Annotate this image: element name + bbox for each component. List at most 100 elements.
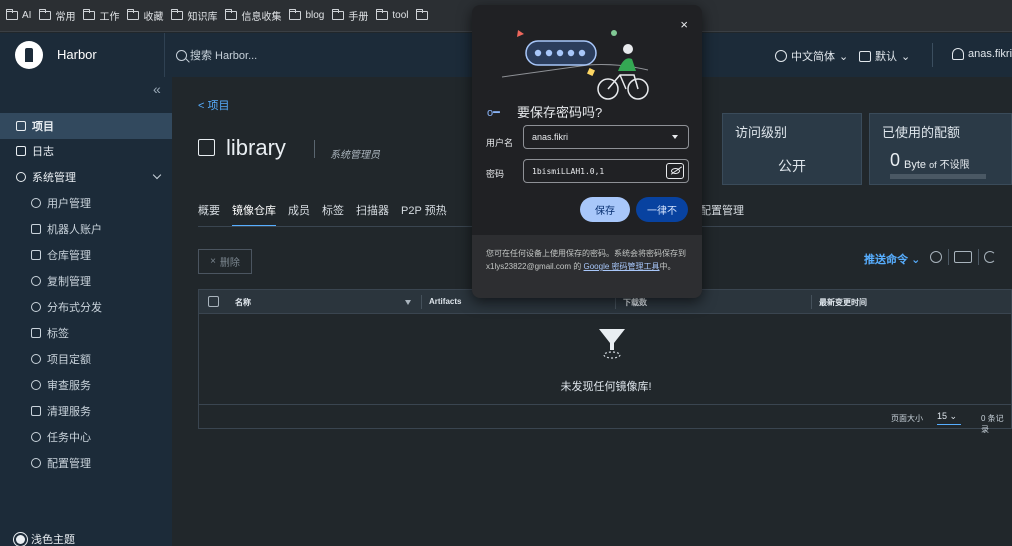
distribution-icon (31, 302, 41, 312)
sidebar-item-interrogation[interactable]: 审查服务 (0, 372, 172, 398)
sidebar-item-labels[interactable]: 标签 (0, 320, 172, 346)
chevron-down-icon: ⌄ (839, 50, 849, 63)
breadcrumb[interactable]: < 项目 (198, 97, 229, 113)
sidebar-item-robot-accounts[interactable]: 机器人账户 (0, 216, 172, 242)
tab-repositories[interactable]: 镜像仓库 (232, 202, 276, 227)
sidebar-item-label: 用户管理 (47, 198, 91, 210)
chevron-down-icon: ⌄ (901, 50, 911, 63)
hide-password-button[interactable] (666, 163, 684, 179)
quota-progress-bar (890, 174, 986, 179)
empty-funnel-icon (599, 329, 625, 359)
sidebar-item-registries[interactable]: 仓库管理 (0, 242, 172, 268)
delete-button[interactable]: × 删除 (198, 249, 252, 274)
search-input[interactable]: 搜索 Harbor... (176, 47, 257, 63)
sidebar-item-projects[interactable]: 项目 (0, 113, 172, 139)
chevron-down-icon (152, 170, 162, 180)
sidebar-item-label: 机器人账户 (47, 224, 102, 236)
folder-icon (39, 9, 52, 20)
folder-icon (127, 9, 140, 20)
sidebar-item-configuration[interactable]: 配置管理 (0, 450, 172, 476)
folder-icon (376, 9, 389, 20)
sidebar-item-project-quotas[interactable]: 项目定额 (0, 346, 172, 372)
sidebar-item-label: 任务中心 (47, 432, 91, 444)
sidebar-item-label: 分布式分发 (47, 302, 102, 314)
column-header-last-modified[interactable]: 最新变更时间 (819, 297, 867, 308)
chevron-down-icon: ⌄ (949, 411, 958, 421)
empty-state-text: 未发现任何镜像库! (560, 381, 652, 393)
tab-members[interactable]: 成员 (288, 202, 310, 227)
sidebar-item-users[interactable]: 用户管理 (0, 190, 172, 216)
password-illustration-icon (501, 30, 649, 100)
bookmark-label: AI (22, 10, 32, 21)
chevron-down-icon[interactable] (672, 135, 678, 139)
grid-list-toggle-icon[interactable] (954, 251, 972, 263)
save-password-dialog: × o━ 要保存密码吗? 用户名 anas.fikri 密码 1bismiLLA… (472, 5, 702, 298)
sidebar-item-job-service[interactable]: 任务中心 (0, 424, 172, 450)
tab-labels[interactable]: 标签 (322, 202, 344, 227)
bookmark-label: blog (305, 10, 325, 21)
page-size-select[interactable]: 15 ⌄ (937, 411, 961, 425)
theme-selector[interactable]: 默认 ⌄ (859, 48, 910, 64)
never-save-button[interactable]: 一律不 (636, 197, 688, 222)
search-icon[interactable] (930, 251, 942, 263)
tab-summary[interactable]: 概要 (198, 202, 220, 227)
sidebar-item-label: 仓库管理 (47, 250, 91, 262)
filter-icon[interactable] (405, 300, 411, 305)
sidebar-item-replications[interactable]: 复制管理 (0, 268, 172, 294)
sidebar: « 项目 日志 系统管理 用户管理 机器人账户 仓库管理 复制管理 分布式分发 … (0, 77, 172, 546)
column-header-name[interactable]: 名称 (235, 297, 251, 308)
bookmark-more[interactable] (416, 9, 429, 20)
bookmark-common[interactable]: 常用 (39, 8, 75, 23)
password-manager-link[interactable]: Google 密码管理工具 (584, 262, 660, 271)
refresh-icon[interactable] (984, 251, 996, 263)
table-footer: 页面大小 15 ⌄ 0 条记录 (199, 404, 1011, 434)
calendar-icon (859, 50, 871, 62)
sidebar-item-logs[interactable]: 日志 (0, 138, 172, 164)
sidebar-item-cleanup[interactable]: 清理服务 (0, 398, 172, 424)
tab-scanner[interactable]: 扫描器 (356, 202, 389, 227)
brand-name[interactable]: Harbor (57, 47, 97, 62)
tab-p2p-preheat[interactable]: P2P 预热 (401, 202, 447, 227)
light-theme-toggle[interactable]: 浅色主题 (16, 531, 75, 546)
username-label: 用户名 (486, 138, 514, 148)
quota-unit-label: Byte (904, 159, 927, 171)
bookmark-blog[interactable]: blog (289, 9, 325, 21)
bookmark-knowledge[interactable]: 知识库 (171, 8, 217, 23)
card-label: 访问级别 (735, 125, 788, 140)
sidebar-item-label: 配置管理 (47, 458, 91, 470)
language-selector[interactable]: 中文简体 ⌄ (775, 48, 848, 64)
user-menu[interactable]: anas.fikri (952, 48, 1012, 60)
password-field[interactable]: 1bismiLLAH1.0,1 (523, 159, 689, 183)
bookmark-manual[interactable]: 手册 (332, 8, 368, 23)
push-command-dropdown[interactable]: 推送命令 ⌄ (864, 251, 920, 267)
sidebar-item-administration[interactable]: 系统管理 (0, 164, 172, 190)
key-icon: o━ (487, 107, 500, 119)
users-icon (31, 198, 41, 208)
select-all-checkbox[interactable] (208, 296, 219, 307)
log-icon (16, 146, 26, 156)
bookmark-work[interactable]: 工作 (83, 8, 119, 23)
collapse-sidebar-icon[interactable]: « (153, 81, 161, 97)
column-header-artifacts[interactable]: Artifacts (429, 297, 461, 306)
tab-configuration[interactable]: 配置管理 (700, 202, 744, 218)
gear-icon (31, 458, 41, 468)
task-icon (31, 432, 41, 442)
save-password-button[interactable]: 保存 (580, 197, 630, 222)
chevron-down-icon: ⌄ (911, 254, 921, 266)
toolbar-separator (948, 249, 949, 265)
folder-icon (289, 9, 302, 20)
bookmark-ai[interactable]: AI (6, 9, 32, 21)
column-separator (421, 295, 422, 309)
close-icon[interactable]: × (680, 17, 688, 32)
bookmark-info[interactable]: 信息收集 (225, 8, 281, 23)
column-header-pulls[interactable]: 下载数 (623, 297, 647, 308)
bookmark-tool[interactable]: tool (376, 9, 408, 21)
harbor-logo-icon[interactable] (15, 41, 43, 69)
quota-unit: Byte of 不设限 (904, 156, 970, 171)
sidebar-item-label: 清理服务 (47, 406, 91, 418)
user-icon (952, 48, 964, 60)
bookmark-favorites[interactable]: 收藏 (127, 8, 163, 23)
globe-icon (775, 50, 787, 62)
sidebar-item-distributions[interactable]: 分布式分发 (0, 294, 172, 320)
username-field[interactable]: anas.fikri (523, 125, 689, 149)
